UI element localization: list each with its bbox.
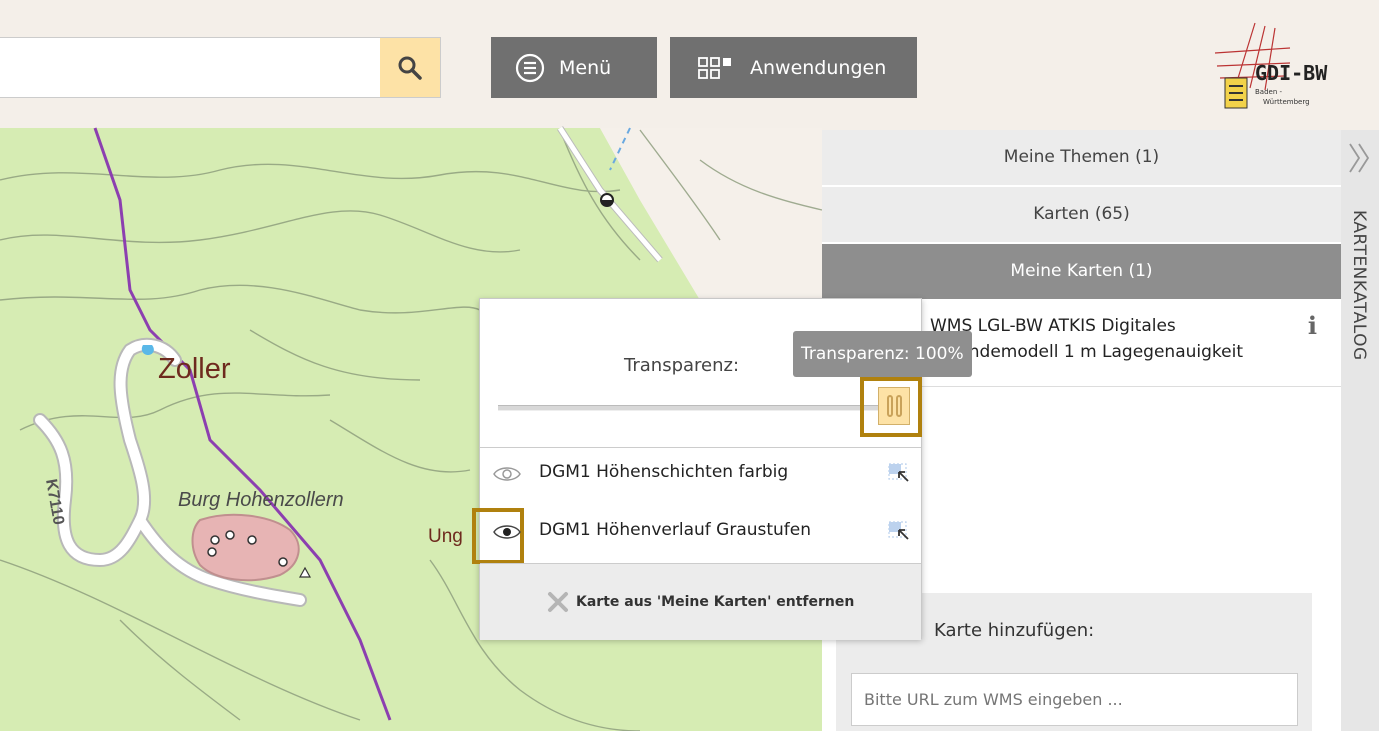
close-icon: [548, 592, 568, 612]
transparency-slider-track[interactable]: [498, 405, 898, 411]
search-input[interactable]: [0, 38, 380, 97]
logo-subtext-2: Württemberg: [1263, 98, 1310, 106]
map-label-zoller: Zoller: [158, 353, 231, 385]
menu-icon: [515, 53, 545, 82]
transparency-tooltip: Transparenz: 100%: [793, 331, 972, 377]
search-icon: [398, 56, 422, 80]
applications-label: Anwendungen: [750, 56, 887, 79]
sublayer-row: DGM1 Höhenverlauf Graustufen: [472, 504, 921, 564]
sublayer-name: DGM1 Höhenschichten farbig: [539, 462, 789, 482]
add-map-label: Karte hinzufügen:: [934, 620, 1095, 641]
select-area-icon[interactable]: [888, 521, 910, 543]
gdi-bw-logo: GDI-BW Baden - Württemberg: [1214, 22, 1328, 109]
highlight-box: [860, 377, 922, 437]
remove-map-label: Karte aus 'Meine Karten' entfernen: [576, 594, 855, 610]
layer-title: WMS LGL-BW ATKIS Digitales Geländemodell…: [930, 316, 1243, 362]
eye-icon[interactable]: [492, 461, 522, 487]
grid-icon: [698, 56, 731, 79]
tab-meine-themen[interactable]: Meine Themen (1): [822, 130, 1341, 187]
remove-row: Karte aus 'Meine Karten' entfernen: [480, 564, 921, 640]
tab-karten[interactable]: Karten (65): [822, 187, 1341, 244]
logo-text: GDI-BW: [1255, 61, 1328, 85]
transparency-label: Transparenz:: [624, 355, 740, 376]
tab-meine-karten[interactable]: Meine Karten (1): [822, 244, 1341, 301]
search-bar: [0, 37, 441, 98]
select-area-icon[interactable]: [888, 463, 910, 485]
wms-url-input[interactable]: [851, 673, 1298, 726]
search-button[interactable]: [380, 38, 440, 97]
menu-button[interactable]: Menü: [491, 37, 657, 98]
sublayer-name: DGM1 Höhenverlauf Graustufen: [539, 520, 812, 540]
applications-button[interactable]: Anwendungen: [670, 37, 917, 98]
logo-subtext-1: Baden -: [1255, 88, 1283, 96]
remove-map-button[interactable]: Karte aus 'Meine Karten' entfernen: [546, 590, 854, 614]
catalog-label[interactable]: KARTENKATALOG: [1349, 210, 1369, 361]
catalog-strip[interactable]: KARTENKATALOG: [1341, 130, 1379, 731]
map-label-burg: Burg Hohenzollern: [178, 489, 344, 511]
eye-icon[interactable]: [492, 519, 522, 545]
layer-settings-popup: Transparenz: Transparenz: 100% DGM1 Höhe…: [472, 298, 972, 640]
info-icon[interactable]: i: [1308, 311, 1317, 340]
map-label-partial: Ung: [428, 526, 463, 547]
sublayer-row: DGM1 Höhenschichten farbig: [480, 446, 921, 504]
double-chevron-right-icon[interactable]: [1347, 140, 1373, 176]
menu-label: Menü: [559, 56, 612, 79]
